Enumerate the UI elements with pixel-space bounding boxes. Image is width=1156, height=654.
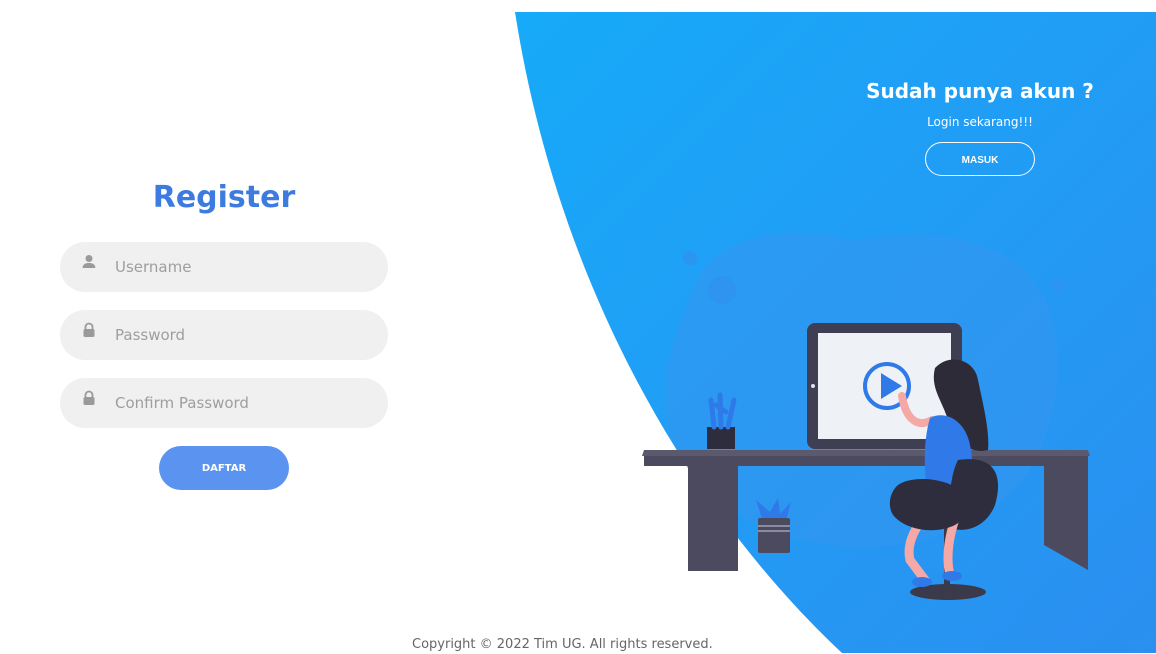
woman-shoe (942, 571, 962, 581)
username-input[interactable] (113, 246, 367, 288)
password-input[interactable] (113, 314, 367, 356)
desk-top-edge (642, 450, 1090, 456)
login-cta: Sudah punya akun ? Login sekarang!!! MAS… (860, 78, 1100, 176)
lock-icon (83, 390, 95, 405)
submit-row: DAFTAR (60, 446, 388, 490)
confirm-password-field-wrapper (60, 378, 388, 428)
decor-dot (1052, 279, 1064, 291)
floor-plant-pot (758, 518, 790, 553)
footer-copyright: Copyright © 2022 Tim UG. All rights rese… (412, 637, 713, 652)
plant-pot (707, 427, 735, 449)
login-cta-title: Sudah punya akun ? (866, 79, 1094, 103)
password-field-wrapper (60, 310, 388, 360)
woman-shoe (912, 577, 932, 587)
lock-icon (83, 322, 95, 337)
login-cta-subtitle: Login sekarang!!! (927, 115, 1033, 129)
login-button[interactable]: MASUK (925, 142, 1035, 176)
confirm-password-input[interactable] (113, 382, 367, 424)
decor-dot (708, 276, 736, 304)
desk-leg-left (688, 466, 738, 571)
monitor-button (811, 384, 815, 388)
register-submit-button[interactable]: DAFTAR (159, 446, 289, 490)
username-field-wrapper (60, 242, 388, 292)
decor-dot (683, 251, 697, 265)
register-form: Register DAFTAR (60, 178, 388, 490)
user-icon (82, 255, 96, 268)
form-title: Register (152, 180, 296, 215)
